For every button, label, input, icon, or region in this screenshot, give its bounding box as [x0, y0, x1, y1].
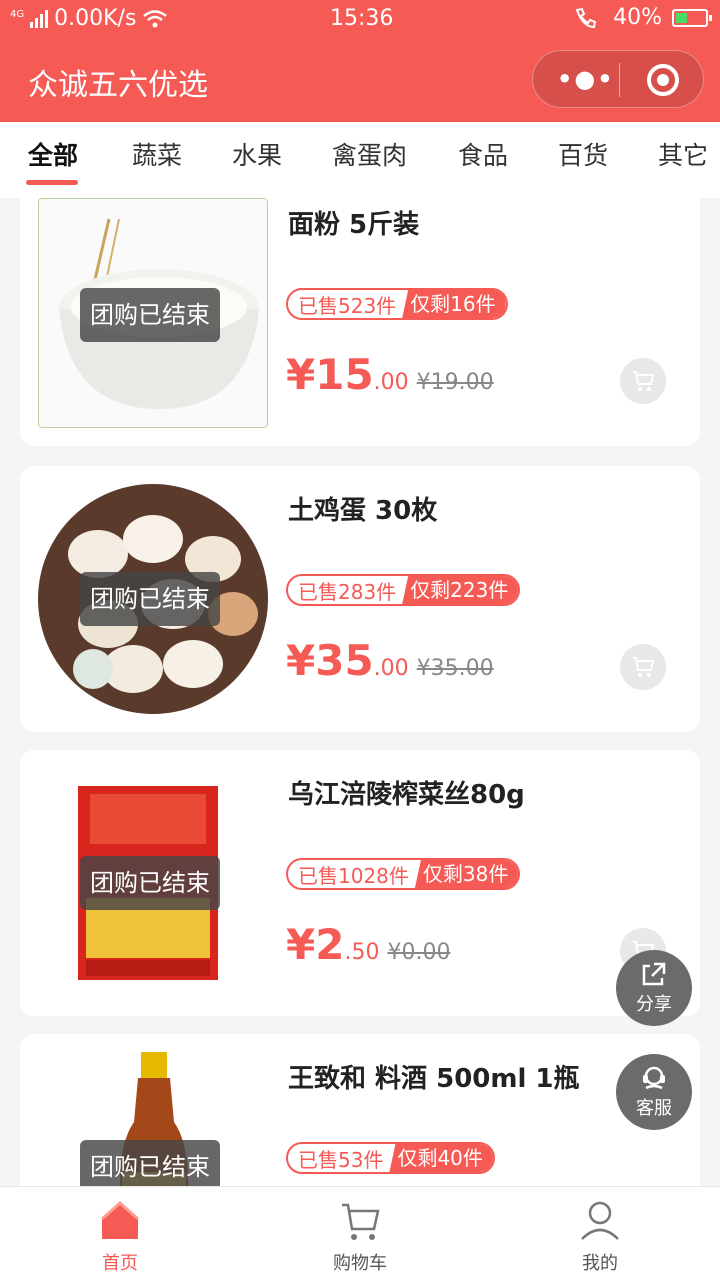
- product-card[interactable]: 团购已结束 王致和 料酒 500ml 1瓶 已售53件 仅剩40件: [20, 1034, 700, 1186]
- nav-cart[interactable]: 购物车: [300, 1187, 420, 1280]
- product-list: 团购已结束 面粉 5斤装 已售523件 仅剩16件 ¥15.00 ¥19.00 团购…: [0, 198, 720, 1186]
- remaining-count: 仅剩40件: [389, 1144, 493, 1172]
- product-name: 乌江涪陵榨菜丝80g: [288, 780, 525, 810]
- close-miniprogram-icon[interactable]: [647, 64, 679, 96]
- share-button[interactable]: 分享: [616, 950, 692, 1026]
- remaining-count: 仅剩38件: [414, 860, 519, 888]
- share-icon: [642, 962, 666, 986]
- category-tabs: 全部 蔬菜 水果 禽蛋肉 食品 百货 其它: [0, 122, 720, 198]
- headset-icon: [643, 1066, 665, 1090]
- miniprogram-capsule: •●•: [532, 50, 704, 108]
- sold-count: 已售1028件: [298, 863, 409, 888]
- group-buy-ended-label: 团购已结束: [80, 288, 220, 342]
- sold-count: 已售53件: [298, 1147, 384, 1172]
- call-hd-icon: [575, 7, 597, 28]
- status-bar: 4G 0.00K/s 15:36 40%: [0, 0, 720, 38]
- nav-home[interactable]: 首页: [60, 1187, 180, 1280]
- header-bar: 4G 0.00K/s 15:36 40% 众诚五六优选 •●•: [0, 0, 720, 122]
- tab-vegetables[interactable]: 蔬菜: [132, 136, 182, 172]
- stock-badge: 已售53件 仅剩40件: [286, 1142, 495, 1174]
- stock-badge: 已售1028件 仅剩38件: [286, 858, 521, 890]
- group-buy-ended-label: 团购已结束: [80, 856, 220, 910]
- signal-icon: [30, 9, 49, 28]
- cart-icon: [342, 1203, 380, 1240]
- customer-service-label: 客服: [636, 1098, 672, 1119]
- product-name: 面粉 5斤装: [288, 210, 420, 240]
- capsule-divider: [619, 63, 620, 97]
- product-card[interactable]: 团购已结束 面粉 5斤装 已售523件 仅剩16件 ¥15.00 ¥19.00: [20, 198, 700, 446]
- network-speed: 0.00K/s: [54, 6, 137, 31]
- price: ¥15.00 ¥19.00: [286, 350, 494, 399]
- nav-profile[interactable]: 我的: [540, 1187, 660, 1280]
- price-integer: ¥2: [286, 920, 345, 969]
- original-price: ¥19.00: [416, 370, 494, 395]
- sold-count: 已售523件: [298, 293, 397, 318]
- add-to-cart-button[interactable]: [620, 644, 666, 690]
- cart-icon: [633, 371, 655, 391]
- battery-icon: [672, 8, 712, 27]
- wifi-icon: [143, 9, 168, 27]
- price: ¥2.50 ¥0.00: [286, 920, 450, 969]
- home-icon: [101, 1200, 139, 1239]
- nav-profile-label: 我的: [582, 1253, 618, 1274]
- page-title: 众诚五六优选: [28, 68, 208, 103]
- group-buy-ended-label: 团购已结束: [80, 1140, 220, 1186]
- stock-badge: 已售523件 仅剩16件: [286, 288, 508, 320]
- tab-other[interactable]: 其它: [658, 136, 708, 172]
- original-price: ¥0.00: [387, 940, 451, 965]
- price: ¥35.00 ¥35.00: [286, 636, 494, 685]
- price-decimal: .00: [373, 656, 409, 681]
- remaining-count: 仅剩223件: [402, 576, 519, 604]
- more-icon[interactable]: •●•: [557, 65, 613, 93]
- share-label: 分享: [636, 994, 672, 1015]
- tab-fruits[interactable]: 水果: [232, 136, 282, 172]
- price-decimal: .00: [373, 370, 409, 395]
- product-name: 土鸡蛋 30枚: [288, 496, 438, 526]
- price-decimal: .50: [344, 940, 380, 965]
- product-card[interactable]: 团购已结束 乌江涪陵榨菜丝80g 已售1028件 仅剩38件 ¥2.50 ¥0.00: [20, 750, 700, 1016]
- price-integer: ¥35: [286, 636, 374, 685]
- bottom-navigation: 首页 购物车 我的: [0, 1186, 720, 1280]
- nav-cart-label: 购物车: [333, 1253, 387, 1274]
- tab-goods[interactable]: 百货: [558, 136, 608, 172]
- price-integer: ¥15: [286, 350, 374, 399]
- customer-service-button[interactable]: 客服: [616, 1054, 692, 1130]
- network-type: 4G: [10, 8, 25, 20]
- product-card[interactable]: 团购已结束 土鸡蛋 30枚 已售283件 仅剩223件 ¥35.00 ¥35.00: [20, 466, 700, 732]
- tab-food[interactable]: 食品: [458, 136, 508, 172]
- tab-poultry-eggs-meat[interactable]: 禽蛋肉: [332, 136, 407, 172]
- group-buy-ended-label: 团购已结束: [80, 572, 220, 626]
- battery-percent: 40%: [613, 5, 662, 30]
- stock-badge: 已售283件 仅剩223件: [286, 574, 521, 606]
- original-price: ¥35.00: [416, 656, 494, 681]
- active-tab-indicator: [26, 180, 78, 185]
- sold-count: 已售283件: [298, 579, 397, 604]
- add-to-cart-button[interactable]: [620, 358, 666, 404]
- clock: 15:36: [330, 6, 394, 31]
- cart-icon: [633, 657, 655, 677]
- user-icon: [581, 1201, 619, 1240]
- remaining-count: 仅剩16件: [402, 290, 506, 318]
- nav-home-label: 首页: [102, 1253, 138, 1274]
- tab-all[interactable]: 全部: [28, 136, 78, 172]
- product-name: 王致和 料酒 500ml 1瓶: [288, 1064, 580, 1094]
